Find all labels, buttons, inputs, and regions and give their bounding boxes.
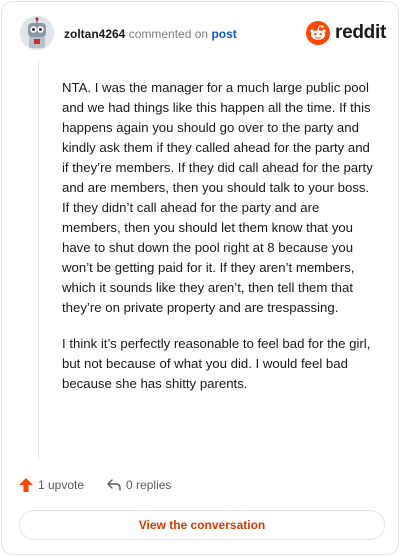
comment-body: NTA. I was the manager for a much large … [62, 78, 380, 410]
reply-arrow-icon [107, 479, 121, 491]
comment-header: zoltan4264 commented on post reddit [20, 16, 386, 56]
thread-line [38, 60, 39, 460]
username[interactable]: zoltan4264 [64, 27, 125, 41]
upvote-button[interactable]: 1 upvote [18, 477, 84, 493]
comment-paragraph: I think it’s perfectly reasonable to fee… [62, 336, 371, 391]
upvote-arrow-icon [19, 478, 33, 492]
comment-paragraph: NTA. I was the manager for a much large … [62, 80, 373, 315]
post-link[interactable]: post [211, 27, 236, 41]
reddit-brand[interactable]: reddit [306, 19, 386, 47]
reddit-logo-icon [306, 21, 331, 45]
comment-actions: 1 upvote 0 replies [18, 475, 193, 495]
user-avatar[interactable] [20, 16, 54, 50]
replies-button[interactable]: 0 replies [106, 478, 171, 492]
reddit-wordmark: reddit [335, 22, 386, 43]
robot-avatar-icon [20, 16, 54, 50]
action-text: commented on [128, 27, 209, 41]
view-conversation-button[interactable]: View the conversation [19, 510, 385, 540]
upvote-count: 1 upvote [38, 478, 85, 492]
comment-meta: zoltan4264 commented on post [64, 27, 237, 41]
comment-card: zoltan4264 commented on post reddit NTA.… [1, 1, 399, 555]
replies-count: 0 replies [126, 478, 172, 492]
